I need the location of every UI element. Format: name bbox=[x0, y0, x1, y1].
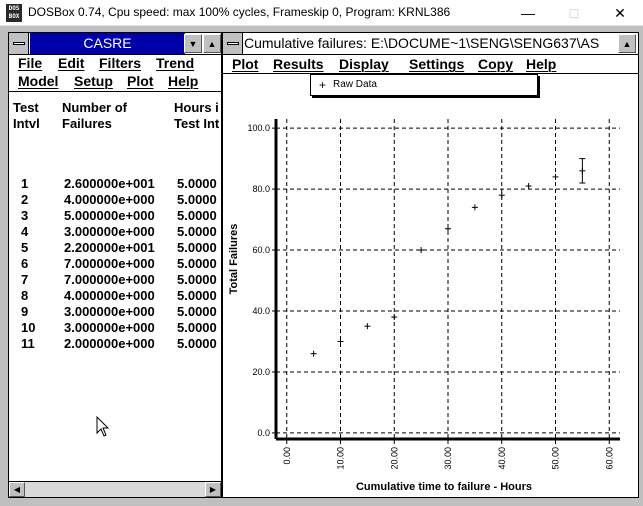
mouse-cursor-icon bbox=[96, 416, 110, 437]
x-tick-label: 60.00 bbox=[604, 447, 614, 470]
legend-label: Raw Data bbox=[333, 79, 377, 90]
legend-symbol: + bbox=[319, 78, 327, 92]
data-point bbox=[391, 314, 398, 321]
os-title-bar: DOS BOX DOSBox 0.74, Cpu speed: max 100%… bbox=[0, 0, 643, 26]
data-point bbox=[471, 204, 478, 211]
os-window-title: DOSBox 0.74, Cpu speed: max 100% cycles,… bbox=[28, 5, 451, 19]
y-tick-label: 40.0 bbox=[252, 306, 270, 316]
x-tick-label: 50.00 bbox=[551, 447, 561, 470]
y-tick-label: 100.0 bbox=[247, 123, 270, 133]
x-tick-label: 30.00 bbox=[443, 447, 453, 470]
y-tick-label: 60.0 bbox=[252, 245, 270, 255]
x-tick-label: 0.00 bbox=[282, 447, 292, 465]
chart-legend: + Raw Data bbox=[310, 74, 538, 96]
close-button[interactable]: ✕ bbox=[597, 0, 643, 26]
data-point bbox=[525, 183, 532, 190]
x-tick-label: 10.00 bbox=[336, 447, 346, 470]
y-tick-label: 80.0 bbox=[252, 184, 270, 194]
dosbox-screen: CASRE ▼ ▲ File Edit Filters Trend Model … bbox=[0, 26, 643, 506]
data-point bbox=[445, 225, 451, 232]
y-tick-label: 20.0 bbox=[252, 367, 270, 377]
data-point bbox=[337, 338, 344, 345]
x-axis-label: Cumulative time to failure - Hours bbox=[356, 481, 532, 493]
data-point bbox=[364, 323, 371, 330]
x-tick-label: 40.00 bbox=[497, 447, 507, 470]
maximize-button[interactable]: □ bbox=[551, 0, 597, 26]
dosbox-app-icon[interactable]: DOS BOX bbox=[6, 4, 22, 22]
data-point bbox=[310, 350, 317, 357]
x-tick-label: 20.00 bbox=[389, 447, 399, 470]
data-point bbox=[418, 247, 425, 254]
y-tick-label: 0.0 bbox=[257, 428, 270, 438]
data-point bbox=[498, 192, 505, 199]
y-axis-label: Total Failures bbox=[228, 224, 240, 295]
data-point bbox=[552, 173, 559, 180]
minimize-button[interactable]: — bbox=[505, 0, 551, 26]
